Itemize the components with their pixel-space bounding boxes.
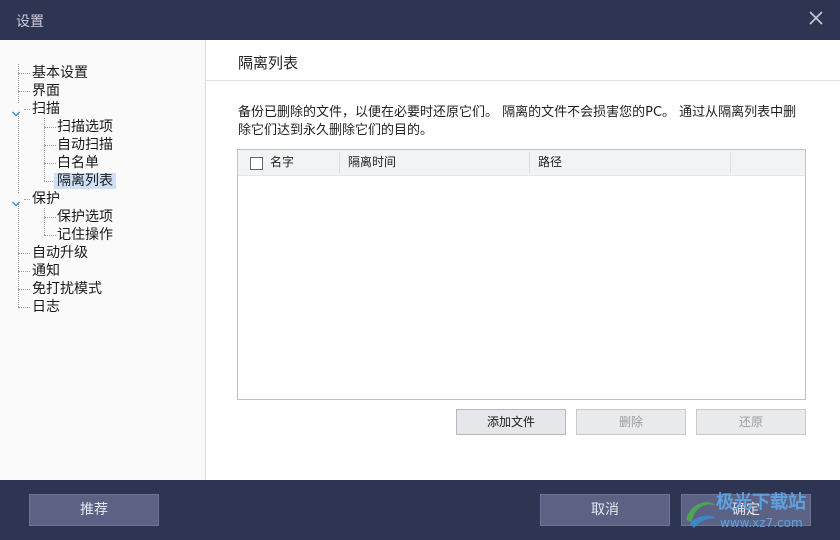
quarantine-table[interactable]: 名字 隔离时间 路径 [237, 149, 806, 400]
sidebar-item-do-not-disturb[interactable]: 免打扰模式 [32, 280, 102, 298]
sidebar-item-basic-settings[interactable]: 基本设置 [32, 64, 88, 82]
sidebar-item-interface[interactable]: 界面 [32, 82, 60, 100]
footer-bar: 推荐 取消 确定 [0, 480, 840, 540]
chevron-down-icon[interactable] [11, 194, 21, 207]
column-separator[interactable] [730, 152, 731, 173]
sidebar-item-auto-scan[interactable]: 自动扫描 [57, 136, 113, 154]
tree-connector [44, 208, 45, 235]
column-header-quarantine-time[interactable]: 隔离时间 [348, 150, 396, 175]
content-panel: 隔离列表 备份已删除的文件，以便在必要时还原它们。 隔离的文件不会损害您的PC。… [206, 40, 840, 480]
column-header-name[interactable]: 名字 [270, 150, 294, 175]
sidebar-item-log[interactable]: 日志 [32, 298, 60, 316]
window-title: 设置 [16, 14, 44, 30]
column-separator[interactable] [339, 152, 340, 173]
column-header-path[interactable]: 路径 [538, 150, 562, 175]
close-icon[interactable] [804, 6, 828, 30]
column-separator[interactable] [529, 152, 530, 173]
sidebar-item-protection-options[interactable]: 保护选项 [57, 208, 113, 226]
sidebar-item-auto-update[interactable]: 自动升级 [32, 244, 88, 262]
sidebar-item-protection[interactable]: 保护 [32, 190, 60, 208]
delete-button[interactable]: 删除 [576, 409, 686, 435]
select-all-checkbox[interactable] [250, 157, 263, 170]
recommend-button[interactable]: 推荐 [29, 494, 159, 526]
page-title: 隔离列表 [238, 54, 299, 72]
description-text: 备份已删除的文件，以便在必要时还原它们。 隔离的文件不会损害您的PC。 通过从隔… [238, 105, 797, 138]
chevron-down-icon[interactable] [11, 104, 21, 117]
sidebar-item-remember-actions[interactable]: 记住操作 [57, 226, 113, 244]
settings-sidebar: 基本设置 界面 扫描 扫描选项 自动扫描 白名单 隔离列表 保护 保护选项 记住… [0, 40, 206, 480]
add-file-button[interactable]: 添加文件 [456, 409, 566, 435]
sidebar-item-whitelist[interactable]: 白名单 [57, 154, 99, 172]
divider [206, 80, 840, 81]
restore-button[interactable]: 还原 [696, 409, 806, 435]
ok-button[interactable]: 确定 [681, 494, 811, 526]
table-header: 名字 隔离时间 路径 [238, 150, 805, 176]
sidebar-item-notifications[interactable]: 通知 [32, 262, 60, 280]
title-bar: 设置 [0, 0, 840, 40]
sidebar-item-scan[interactable]: 扫描 [32, 100, 60, 118]
sidebar-item-scan-options[interactable]: 扫描选项 [57, 118, 113, 136]
cancel-button[interactable]: 取消 [540, 494, 670, 526]
sidebar-item-quarantine-list[interactable]: 隔离列表 [54, 172, 116, 190]
